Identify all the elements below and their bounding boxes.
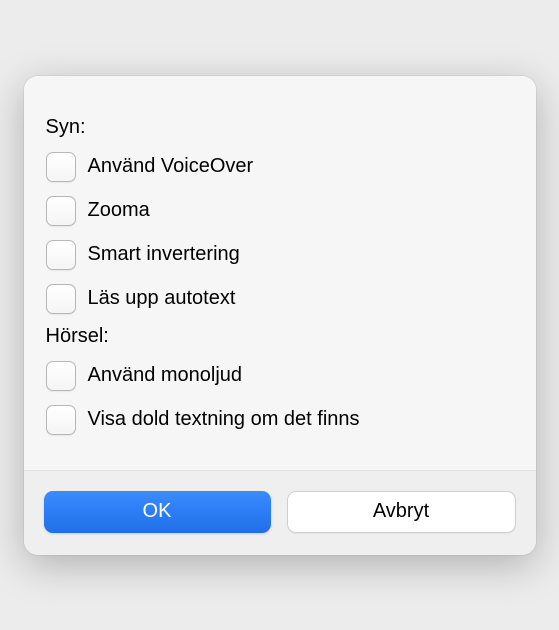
option-row-zoom: Zooma [46, 189, 514, 233]
checkbox-voiceover[interactable] [46, 152, 76, 182]
hearing-section-label: Hörsel: [46, 325, 514, 348]
option-label-closed-captions: Visa dold textning om det finns [88, 408, 360, 431]
ok-button[interactable]: OK [44, 491, 271, 533]
dialog-content: Syn: Använd VoiceOver Zooma Smart invert… [24, 76, 536, 470]
option-row-closed-captions: Visa dold textning om det finns [46, 398, 514, 442]
option-label-zoom: Zooma [88, 199, 150, 222]
option-label-voiceover: Använd VoiceOver [88, 155, 254, 178]
accessibility-dialog: Syn: Använd VoiceOver Zooma Smart invert… [24, 76, 536, 555]
option-row-speak-autotext: Läs upp autotext [46, 277, 514, 321]
checkbox-mono-audio[interactable] [46, 361, 76, 391]
checkbox-closed-captions[interactable] [46, 405, 76, 435]
button-bar: OK Avbryt [24, 470, 536, 555]
option-row-smart-invert: Smart invertering [46, 233, 514, 277]
option-label-speak-autotext: Läs upp autotext [88, 287, 236, 310]
checkbox-smart-invert[interactable] [46, 240, 76, 270]
checkbox-speak-autotext[interactable] [46, 284, 76, 314]
option-label-mono-audio: Använd monoljud [88, 364, 243, 387]
option-label-smart-invert: Smart invertering [88, 243, 240, 266]
vision-section-label: Syn: [46, 116, 514, 139]
option-row-voiceover: Använd VoiceOver [46, 145, 514, 189]
checkbox-zoom[interactable] [46, 196, 76, 226]
cancel-button[interactable]: Avbryt [287, 491, 516, 533]
option-row-mono-audio: Använd monoljud [46, 354, 514, 398]
